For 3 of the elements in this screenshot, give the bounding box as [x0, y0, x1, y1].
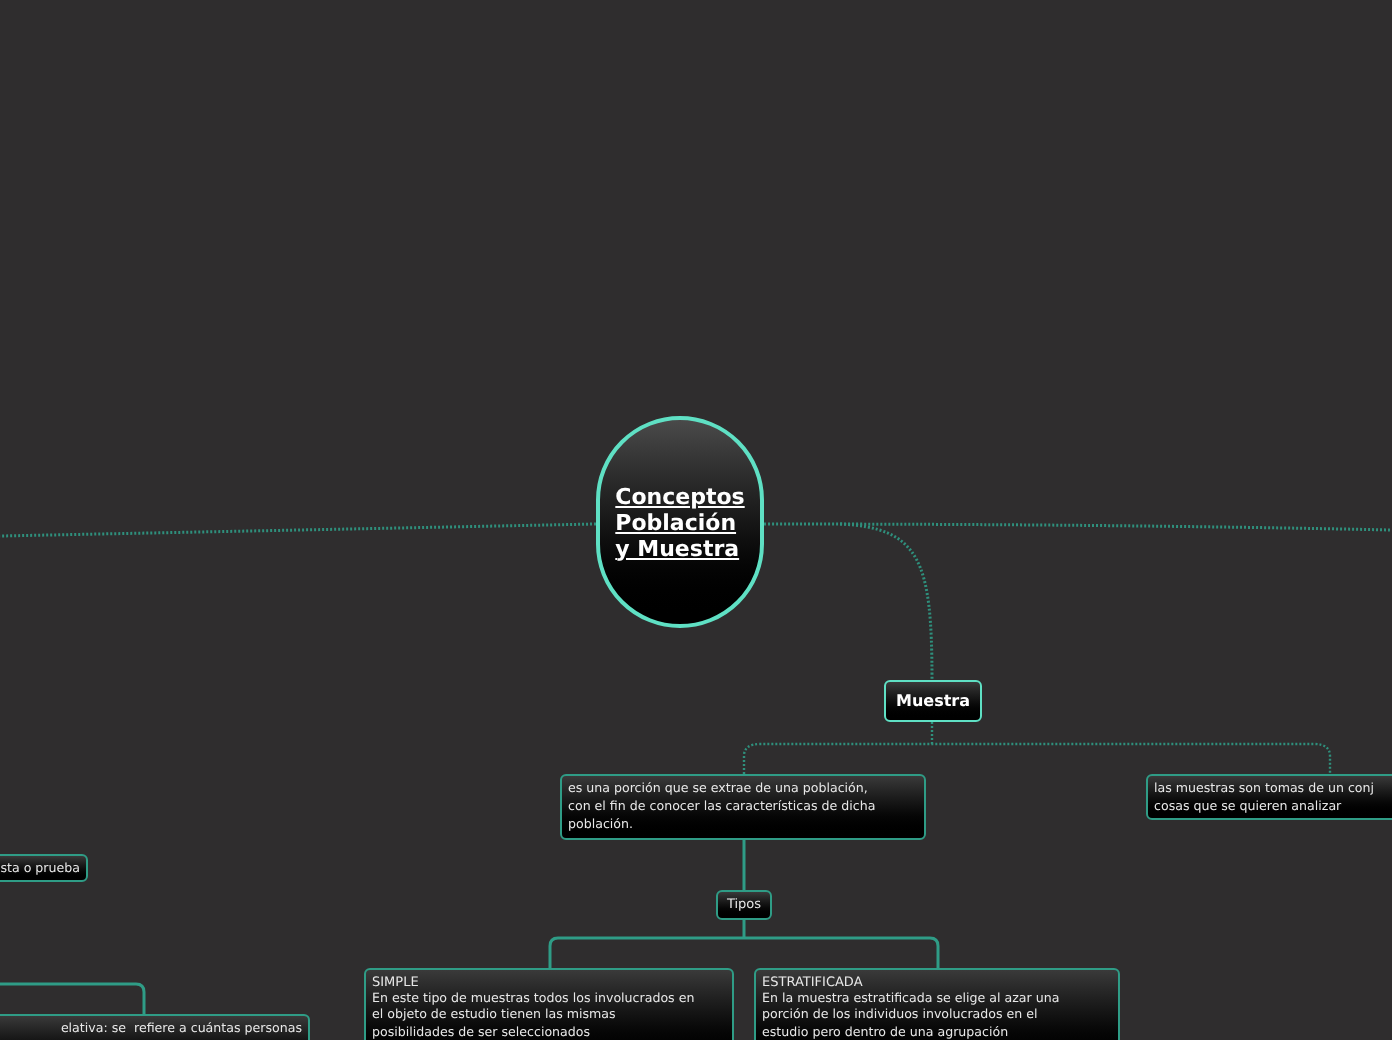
topic-node[interactable]: Muestra: [884, 680, 982, 722]
central-topic-title: Conceptos Población y Muestra: [615, 483, 745, 561]
topic-label: Muestra: [895, 689, 970, 713]
